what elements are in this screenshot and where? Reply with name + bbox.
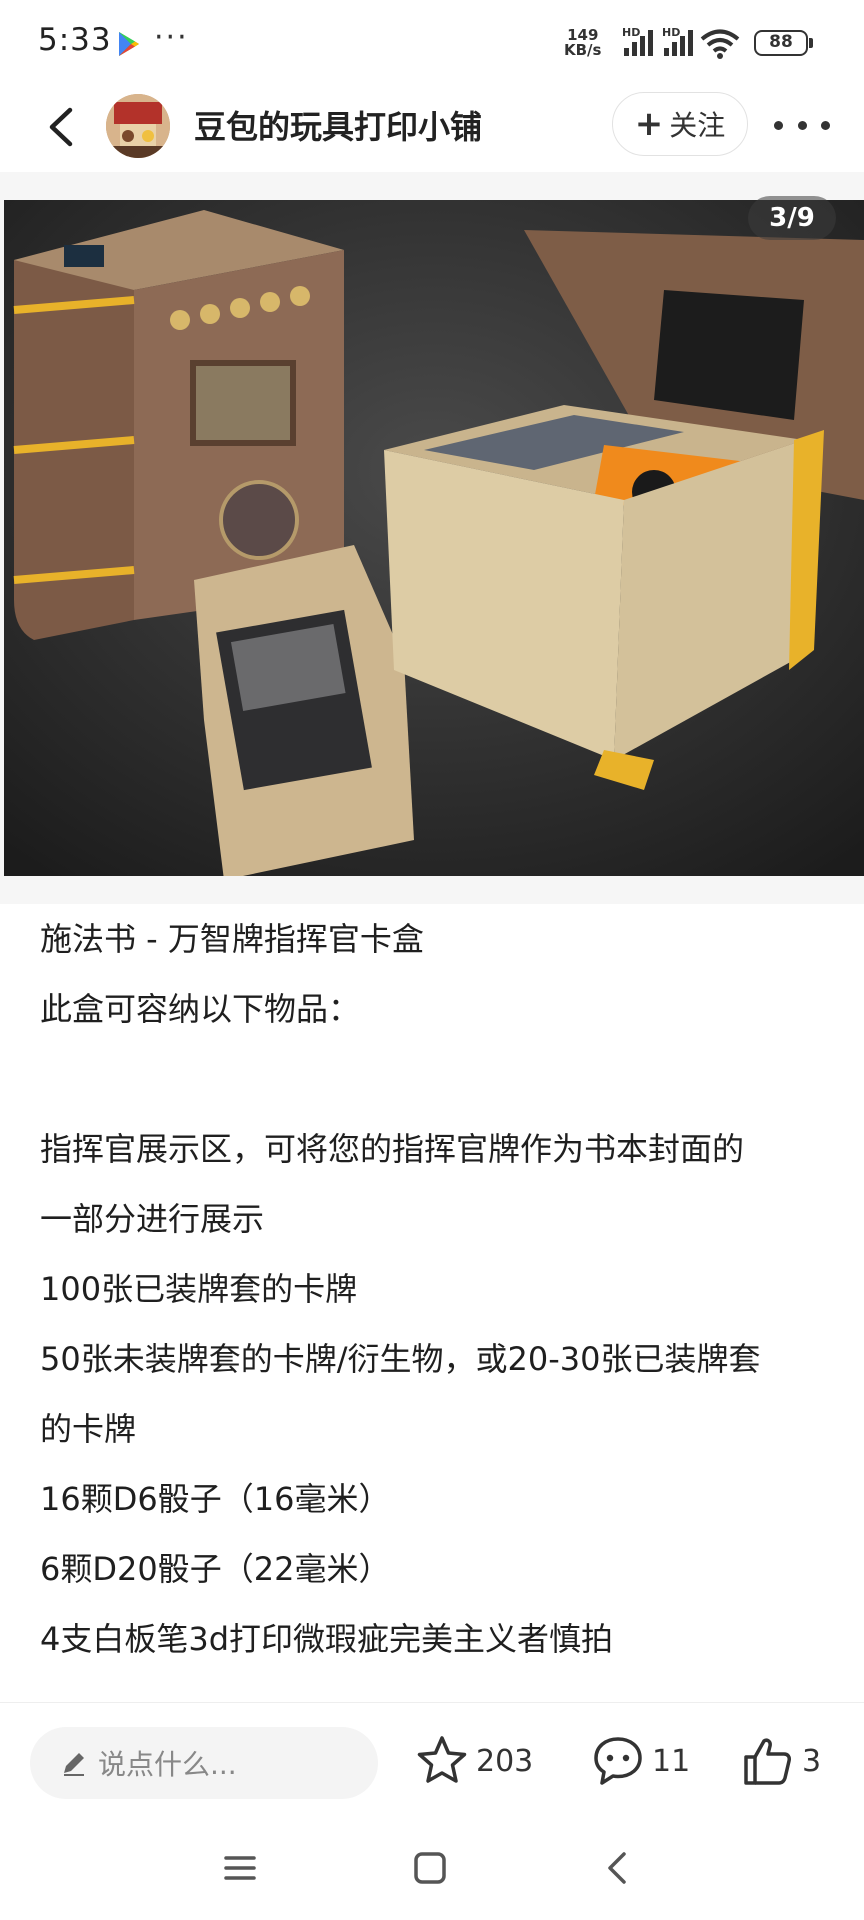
favorite-button[interactable]: 203: [414, 1731, 533, 1791]
more-dot: [797, 120, 807, 130]
status-time: 5:33: [38, 22, 112, 58]
nav-menu-icon[interactable]: [220, 1850, 260, 1886]
follow-plus-icon: +: [634, 104, 664, 144]
comment-icon: [594, 1737, 642, 1785]
post-text-line: 16颗D6骰子（16毫米）: [40, 1480, 391, 1518]
more-dot: [774, 120, 783, 130]
likes-count: 3: [802, 1743, 822, 1779]
post-text-line: 此盒可容纳以下物品：: [40, 990, 361, 1028]
status-more-dots: ···: [154, 20, 189, 55]
post-text-line: 指挥官展示区，可将您的指挥官牌作为书本封面的: [40, 1130, 745, 1168]
star-icon: [417, 1736, 467, 1783]
battery-indicator: 88: [754, 30, 808, 56]
signal-strength-2: HD: [662, 26, 700, 62]
net-speed-unit: KB/s: [564, 41, 602, 59]
system-navigation-bar: [0, 1818, 864, 1920]
image-counter: 3/9: [748, 196, 836, 240]
card-box-product-image: [4, 200, 864, 876]
favorites-count: 203: [476, 1743, 534, 1779]
post-text-line: 一部分进行展示: [40, 1200, 265, 1238]
post-title-line: 施法书 - 万智牌指挥官卡盒: [40, 920, 424, 958]
follow-button[interactable]: + 关注: [612, 92, 748, 156]
pencil-icon: [64, 1753, 84, 1776]
like-button[interactable]: 3: [740, 1731, 821, 1791]
post-text-line: 的卡牌: [40, 1410, 137, 1448]
nav-home-icon[interactable]: [410, 1848, 450, 1888]
battery-tip: [809, 38, 813, 48]
signal-2-hd-label: HD: [662, 26, 681, 39]
shop-name[interactable]: 豆包的玩具打印小铺: [194, 102, 482, 148]
follow-label: 关注: [669, 109, 726, 142]
wifi-icon: [700, 29, 740, 59]
post-text-line: 50张未装牌套的卡牌/衍生物，或20-30张已装牌套: [40, 1340, 761, 1378]
comments-count: 11: [652, 1743, 691, 1779]
image-gallery[interactable]: 3/9: [0, 172, 864, 904]
status-bar: 5:33 ··· 149 KB/s HD HD 88: [0, 0, 864, 88]
net-speed-indicator: 149 KB/s: [564, 28, 601, 58]
post-content: 施法书 - 万智牌指挥官卡盒 此盒可容纳以下物品： 指挥官展示区，可将您的指挥官…: [40, 904, 840, 1674]
post-blank-line: [40, 1044, 840, 1114]
more-dot: [821, 120, 830, 130]
post-text-line: 100张已装牌套的卡牌: [40, 1270, 358, 1308]
signal-1-hd-label: HD: [622, 26, 641, 39]
nav-back-icon[interactable]: [598, 1848, 638, 1888]
play-store-icon: [119, 32, 139, 56]
shop-avatar[interactable]: [106, 94, 170, 158]
bottom-action-bar: 说点什么... 203 11 3: [0, 1702, 864, 1818]
comments-button[interactable]: 11: [590, 1731, 690, 1791]
post-text-line: 6颗D20骰子（22毫米）: [40, 1550, 391, 1588]
product-photo[interactable]: [4, 200, 864, 876]
post-text-line: 4支白板笔3d打印微瑕疵完美主义者慎拍: [40, 1620, 614, 1658]
thumbs-up-icon: [744, 1738, 791, 1785]
avatar-image: [106, 94, 170, 158]
more-options-button[interactable]: [774, 110, 830, 140]
comment-input[interactable]: 说点什么...: [30, 1727, 378, 1799]
post-header: 豆包的玩具打印小铺 + 关注: [0, 88, 864, 174]
signal-strength-1: HD: [622, 26, 660, 62]
back-arrow-icon[interactable]: [38, 102, 88, 152]
comment-placeholder: 说点什么...: [98, 1748, 237, 1781]
